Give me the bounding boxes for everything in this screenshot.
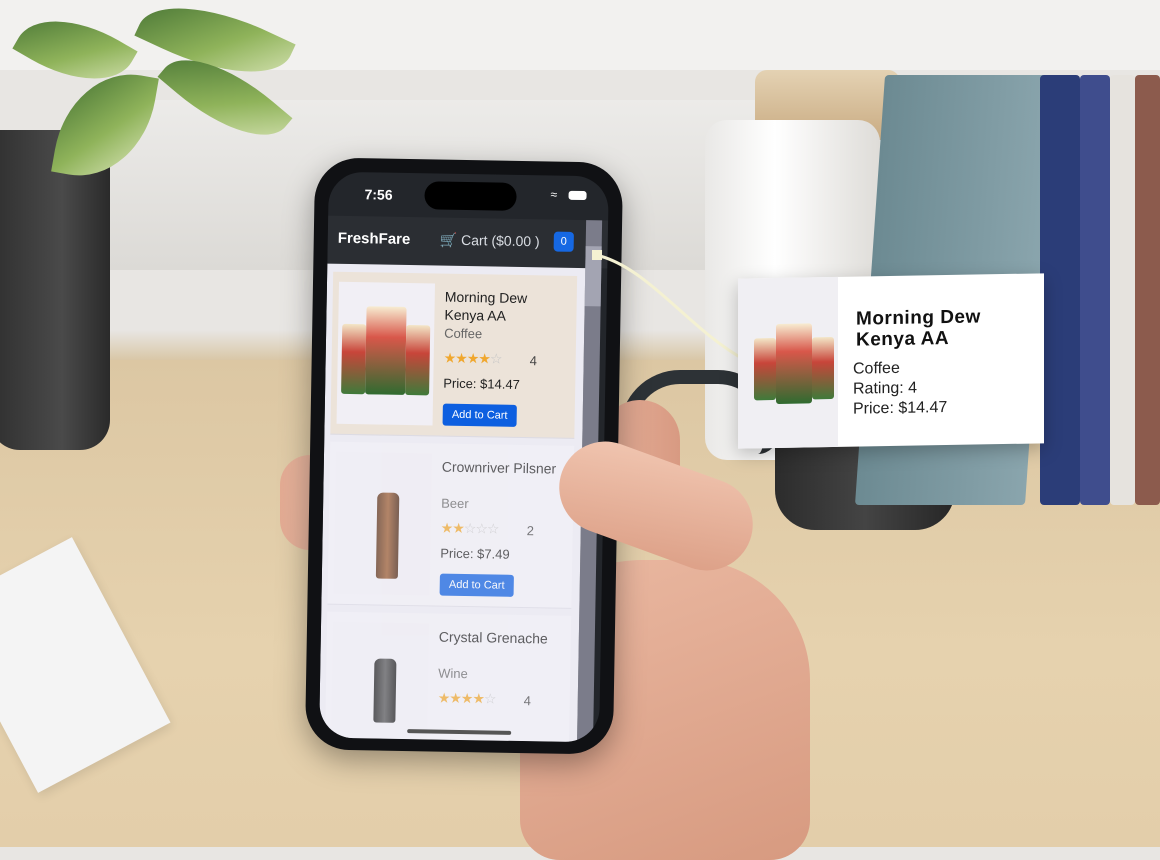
popup-rating: Rating: 4 (853, 379, 918, 398)
product-name[interactable]: Morning Dew Kenya AA (444, 288, 565, 326)
product-price: Price: $7.49 (440, 545, 510, 562)
add-to-cart-button[interactable]: Add to Cart (442, 403, 517, 427)
scrollbar-thumb[interactable] (584, 246, 602, 307)
wine-bottle (373, 658, 397, 723)
brand-logo[interactable]: FreshFare (338, 230, 411, 248)
book (1135, 75, 1160, 505)
coffee-bag (754, 338, 776, 401)
coffee-bag (776, 323, 812, 405)
rating-value: 4 (523, 693, 532, 709)
wifi-icon: ≈ (550, 187, 558, 202)
product-price: Price: $14.47 (443, 375, 520, 392)
status-bar: 7:56 ≈ (328, 172, 609, 221)
beer-bottle (375, 492, 400, 579)
cart-link[interactable]: 🛒 Cart ($0.00 ) (440, 232, 540, 251)
add-to-cart-button[interactable]: Add to Cart (439, 573, 514, 597)
product-card[interactable]: Crystal Grenache Wine ★★★★☆ 4 (325, 611, 572, 743)
rating-stars: ★★★★☆ (443, 349, 502, 367)
phone-screen: 7:56 ≈ FreshFare 🛒 Cart ($0.00 ) 0 Morni… (319, 171, 609, 743)
app-navbar: FreshFare 🛒 Cart ($0.00 ) 0 (327, 215, 609, 269)
rating-value: 2 (526, 523, 535, 539)
product-image (333, 451, 433, 596)
battery-icon (568, 190, 587, 201)
book (1040, 75, 1080, 505)
ar-product-popup[interactable]: Morning Dew Kenya AA Coffee Rating: 4 Pr… (738, 273, 1044, 449)
book (1080, 75, 1110, 505)
product-image (336, 281, 436, 426)
cart-count-badge: 0 (553, 231, 574, 252)
coffee-bag (341, 323, 367, 395)
rating-value: 4 (529, 353, 538, 369)
rating-stars: ★★☆☆☆ (440, 519, 499, 537)
plant-pot (0, 130, 110, 450)
status-time: 7:56 (364, 186, 393, 203)
rating-stars: ★★★★☆ (437, 689, 496, 707)
product-card[interactable]: Morning Dew Kenya AA Coffee ★★★★☆ 4 Pric… (330, 271, 578, 439)
product-name[interactable]: Crystal Grenache (439, 628, 559, 648)
popup-price: Price: $14.47 (853, 399, 948, 418)
product-category: Beer (441, 495, 469, 512)
product-list: Morning Dew Kenya AA Coffee ★★★★☆ 4 Pric… (319, 263, 586, 743)
product-category: Wine (438, 665, 468, 682)
coffee-bag (812, 336, 834, 400)
popup-category: Coffee (853, 359, 900, 378)
product-category: Coffee (444, 325, 483, 342)
coffee-bag (405, 324, 431, 396)
coffee-bag (365, 306, 407, 395)
product-card[interactable]: Crownriver Pilsner Beer ★★☆☆☆ 2 Price: $… (327, 441, 575, 609)
popup-product-image (738, 276, 838, 449)
product-name[interactable]: Crownriver Pilsner (442, 458, 562, 478)
book (1110, 75, 1135, 505)
product-image (331, 621, 430, 740)
popup-title: Morning Dew Kenya AA (856, 306, 981, 351)
dynamic-island (424, 181, 517, 211)
